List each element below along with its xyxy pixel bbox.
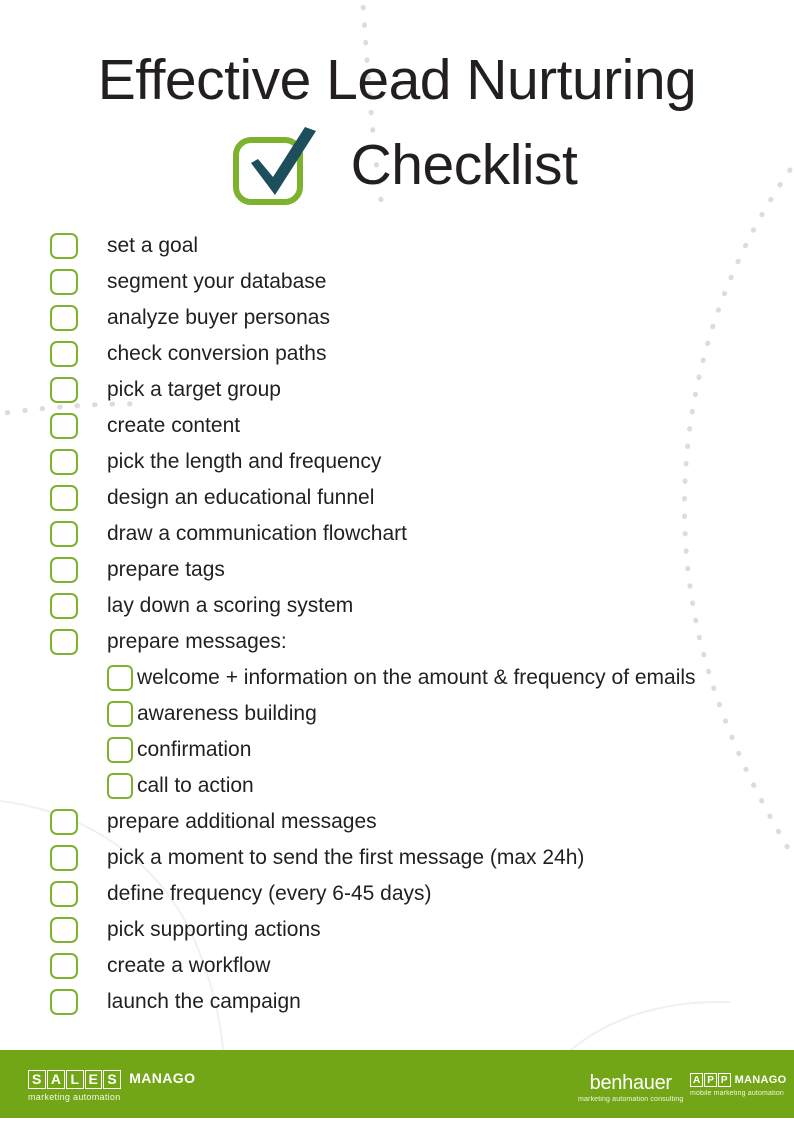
checkbox-icon[interactable] xyxy=(50,629,78,655)
checkbox-icon[interactable] xyxy=(50,521,78,547)
checklist-item-label: pick a moment to send the first message … xyxy=(107,846,585,869)
checklist-item[interactable]: create a workflow xyxy=(50,948,780,984)
salesmanago-letter-boxes: SALES xyxy=(28,1070,122,1089)
checklist-item[interactable]: prepare additional messages xyxy=(50,804,780,840)
checklist-item-label: launch the campaign xyxy=(107,990,301,1013)
checklist-item[interactable]: prepare messages: xyxy=(50,624,780,660)
checklist-item[interactable]: design an educational funnel xyxy=(50,480,780,516)
checklist-item-label: pick the length and frequency xyxy=(107,450,382,473)
salesmanago-tagline: marketing automation xyxy=(28,1092,121,1102)
checklist-item-label: set a goal xyxy=(107,234,199,257)
checklist-subitem[interactable]: call to action xyxy=(50,768,780,804)
checklist-item-label: analyze buyer personas xyxy=(107,306,330,329)
checklist-subitem[interactable]: welcome + information on the amount & fr… xyxy=(50,660,780,696)
checklist-item-label: prepare messages: xyxy=(107,630,287,653)
appmanago-logo: APP MANAGO mobile marketing automation xyxy=(690,1073,787,1098)
checkbox-icon[interactable] xyxy=(50,953,78,979)
checklist-item-label: pick a target group xyxy=(107,378,281,401)
salesmanago-letter-1: A xyxy=(46,1070,66,1089)
benhauer-name: benhauer xyxy=(589,1072,672,1094)
checklist-item[interactable]: segment your database xyxy=(50,264,780,300)
checklist-item-label: call to action xyxy=(137,774,254,797)
checklist-item-label: pick supporting actions xyxy=(107,918,321,941)
checklist-item-label: design an educational funnel xyxy=(107,486,375,509)
checkbox-icon[interactable] xyxy=(50,233,78,259)
checklist-item[interactable]: define frequency (every 6-45 days) xyxy=(50,876,780,912)
appmanago-letter-2: P xyxy=(717,1073,731,1087)
checklist-item[interactable]: pick a moment to send the first message … xyxy=(50,840,780,876)
checkbox-icon[interactable] xyxy=(50,989,78,1015)
checklist-subitem[interactable]: confirmation xyxy=(50,732,780,768)
checklist-item[interactable]: prepare tags xyxy=(50,552,780,588)
page-title-checklist-word: Checklist xyxy=(350,133,578,197)
checkbox-icon[interactable] xyxy=(50,305,78,331)
checklist-item[interactable]: launch the campaign xyxy=(50,984,780,1020)
checklist-item[interactable]: draw a communication flowchart xyxy=(50,516,780,552)
appmanago-letter-1: P xyxy=(704,1073,717,1087)
salesmanago-logo: SALES MANAGO marketing automation xyxy=(28,1069,195,1103)
checkbox-icon[interactable] xyxy=(107,737,133,763)
salesmanago-letter-3: E xyxy=(84,1070,103,1089)
page-header: Effective Lead Nurturing Checklist xyxy=(0,44,794,207)
checkbox-icon[interactable] xyxy=(107,701,133,727)
checkbox-icon[interactable] xyxy=(50,881,78,907)
checklist-item-label: awareness building xyxy=(137,702,317,725)
checklist-item-label: create a workflow xyxy=(107,954,271,977)
page-title-line2-row: Checklist xyxy=(0,123,794,207)
checklist-subitem[interactable]: awareness building xyxy=(50,696,780,732)
checklist-item[interactable]: set a goal xyxy=(50,228,780,264)
benhauer-tagline: marketing automation consulting xyxy=(578,1096,684,1103)
salesmanago-letter-2: L xyxy=(66,1070,84,1089)
checklist-item-label: lay down a scoring system xyxy=(107,594,354,617)
checkbox-icon[interactable] xyxy=(50,809,78,835)
benhauer-logo: benhauer marketing automation consulting xyxy=(578,1072,683,1104)
checklist-item[interactable]: create content xyxy=(50,408,780,444)
checklist-item-label: create content xyxy=(107,414,241,437)
checklist-item-label: segment your database xyxy=(107,270,327,293)
checklist-item[interactable]: analyze buyer personas xyxy=(50,300,780,336)
checkbox-icon[interactable] xyxy=(50,269,78,295)
page-title-line1: Effective Lead Nurturing xyxy=(97,48,697,112)
checkbox-icon[interactable] xyxy=(50,845,78,871)
salesmanago-letter-0: S xyxy=(28,1070,46,1089)
checklist-item-label: prepare tags xyxy=(107,558,225,581)
checkbox-icon[interactable] xyxy=(50,917,78,943)
checkbox-icon[interactable] xyxy=(107,773,133,799)
checklist-item-label: define frequency (every 6-45 days) xyxy=(107,882,432,905)
checklist-item-label: draw a communication flowchart xyxy=(107,522,407,545)
checklist-item-label: welcome + information on the amount & fr… xyxy=(137,666,696,689)
checklist-page: Effective Lead Nurturing Checklist set a… xyxy=(0,0,794,1123)
checkbox-icon[interactable] xyxy=(107,665,133,691)
checklist-item[interactable]: check conversion paths xyxy=(50,336,780,372)
checklist-item-label: prepare additional messages xyxy=(107,810,377,833)
checkbox-icon[interactable] xyxy=(50,377,78,403)
checkbox-icon[interactable] xyxy=(50,413,78,439)
checklist-item-label: check conversion paths xyxy=(107,342,327,365)
checklist-items: set a goal segment your database analyze b… xyxy=(50,228,780,1020)
checkbox-icon[interactable] xyxy=(50,449,78,475)
appmanago-word: MANAGO xyxy=(734,1074,787,1086)
checklist-item[interactable]: pick the length and frequency xyxy=(50,444,780,480)
page-footer: SALES MANAGO marketing automation benhau… xyxy=(0,1050,794,1118)
salesmanago-word: MANAGO xyxy=(129,1070,196,1086)
checkbox-icon[interactable] xyxy=(50,341,78,367)
checklist-item[interactable]: pick a target group xyxy=(50,372,780,408)
appmanago-tagline: mobile marketing automation xyxy=(690,1090,784,1097)
appmanago-letter-0: A xyxy=(690,1073,704,1087)
checkbox-icon[interactable] xyxy=(50,593,78,619)
checkbox-icon[interactable] xyxy=(50,557,78,583)
checklist-item-label: confirmation xyxy=(137,738,252,761)
checklist-item[interactable]: lay down a scoring system xyxy=(50,588,780,624)
checklist-item[interactable]: pick supporting actions xyxy=(50,912,780,948)
appmanago-letter-boxes: APP xyxy=(690,1073,731,1087)
checkbox-icon[interactable] xyxy=(50,485,78,511)
checkmark-box-icon xyxy=(223,123,321,207)
salesmanago-letter-4: S xyxy=(103,1070,122,1089)
